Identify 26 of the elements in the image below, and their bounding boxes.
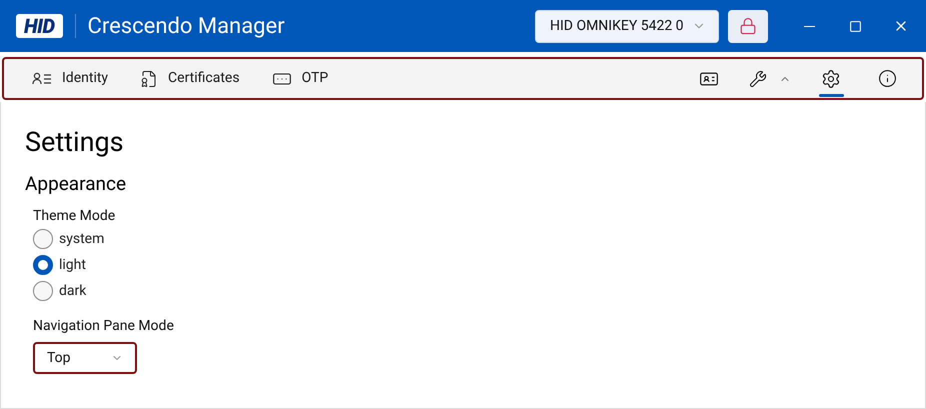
- radio-option[interactable]: light: [33, 252, 86, 278]
- window-title: Crescendo Manager: [88, 12, 285, 40]
- radio-button[interactable]: [33, 229, 53, 249]
- settings-icon: [821, 68, 841, 88]
- wrench-icon: [749, 70, 767, 88]
- field-label: Navigation Pane Mode: [33, 317, 174, 336]
- lock-button[interactable]: [728, 10, 768, 42]
- radio-option[interactable]: dark: [33, 278, 86, 304]
- logo: HID: [16, 14, 63, 38]
- nav-tab[interactable]: OTP: [272, 59, 328, 98]
- device-dropdown[interactable]: HID OMNIKEY 5422 0: [535, 10, 719, 42]
- lock-icon: [739, 17, 757, 35]
- maximize-icon: [848, 20, 862, 32]
- certificate-icon: [140, 70, 158, 88]
- nav-tab[interactable]: Identity: [32, 59, 108, 98]
- navigation-mode-dropdown[interactable]: Top: [33, 342, 137, 374]
- field-label: Theme Mode: [33, 207, 116, 226]
- radio-button[interactable]: [33, 255, 53, 275]
- info-icon: [878, 69, 896, 88]
- selection-indicator: [819, 94, 844, 96]
- nav-tab[interactable]: Certificates: [140, 59, 240, 98]
- radio-option[interactable]: system: [33, 226, 104, 252]
- section-heading: Appearance: [25, 172, 126, 196]
- page-title: Settings: [25, 126, 124, 158]
- radio-button[interactable]: [33, 281, 53, 301]
- person-list-icon: [32, 72, 52, 86]
